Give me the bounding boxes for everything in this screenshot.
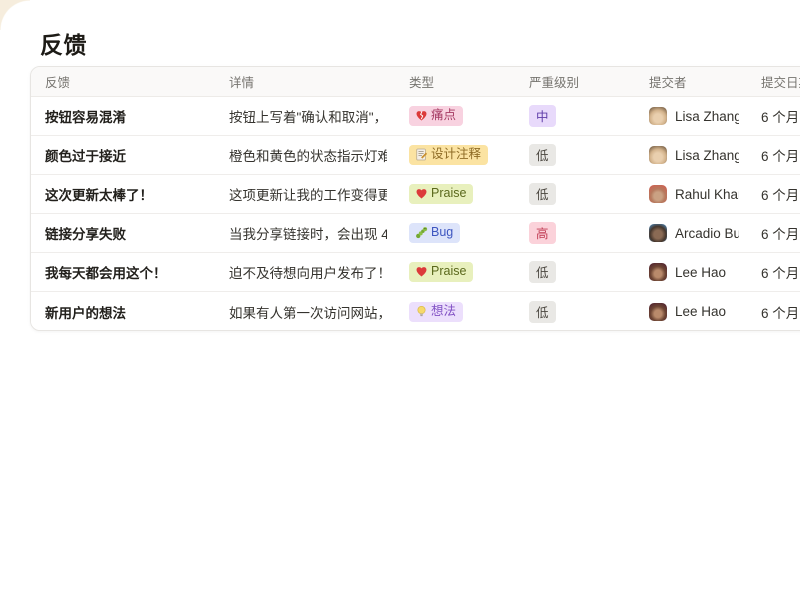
severity-badge[interactable]: 中 [529, 105, 556, 127]
table-row[interactable]: 我每天都会用这个！ 迫不及待想向用户发布了！ Praise 低 Lee Hao … [31, 253, 800, 292]
submit-date: 6 个月前 [761, 184, 800, 204]
column-header-details[interactable]: 详情 [215, 72, 395, 91]
avatar [649, 263, 667, 281]
type-label: 想法 [431, 303, 456, 320]
severity-badge[interactable]: 低 [529, 144, 556, 166]
submitter-name: Lisa Zhang [675, 148, 739, 163]
red-heart-icon [415, 187, 428, 200]
submitter-name: Lee Hao [675, 304, 726, 319]
feedback-details: 橙色和黄色的状态指示灯难... [229, 145, 387, 165]
feedback-title[interactable]: 颜色过于接近 [45, 145, 126, 165]
feedback-details: 当我分享链接时，会出现 40... [229, 223, 387, 243]
feedback-page: 反馈 反馈 详情 类型 严重级别 提交者 提交日期 按钮容易混淆 按钮上写着"确… [0, 0, 800, 600]
feedback-title[interactable]: 按钮容易混淆 [45, 106, 126, 126]
table-row[interactable]: 链接分享失败 当我分享链接时，会出现 40... Bug 高 Arcadio B… [31, 214, 800, 253]
feedback-details: 这项更新让我的工作变得更... [229, 184, 387, 204]
page-title: 反馈 [40, 26, 87, 60]
type-label: 痛点 [431, 107, 456, 124]
feedback-details: 按钮上写着"确认和取消"，... [229, 106, 387, 126]
severity-badge[interactable]: 低 [529, 261, 556, 283]
avatar [649, 146, 667, 164]
table-row[interactable]: 这次更新太棒了！ 这项更新让我的工作变得更... Praise 低 Rahul … [31, 175, 800, 214]
type-badge[interactable]: Praise [409, 184, 473, 204]
feedback-table: 反馈 详情 类型 严重级别 提交者 提交日期 按钮容易混淆 按钮上写着"确认和取… [30, 66, 800, 331]
feedback-details: 如果有人第一次访问网站，... [229, 302, 387, 322]
memo-icon [415, 148, 428, 161]
avatar [649, 224, 667, 242]
type-badge[interactable]: 痛点 [409, 106, 463, 126]
submit-date: 6 个月前 [761, 223, 800, 243]
type-label: Praise [431, 185, 466, 202]
submit-date: 6 个月前 [761, 106, 800, 126]
table-row[interactable]: 新用户的想法 如果有人第一次访问网站，... 想法 低 Lee Hao 6 个月… [31, 292, 800, 331]
severity-badge[interactable]: 高 [529, 222, 556, 244]
submit-date: 6 个月前 [761, 302, 800, 322]
submitter-name: Lee Hao [675, 265, 726, 280]
type-label: Bug [431, 224, 453, 241]
broken-heart-icon [415, 109, 428, 122]
submitter-name: Rahul Khanna [675, 187, 739, 202]
avatar [649, 303, 667, 321]
avatar [649, 107, 667, 125]
red-heart-icon [415, 265, 428, 278]
table-row[interactable]: 颜色过于接近 橙色和黄色的状态指示灯难... 设计注释 低 Lisa Zhang… [31, 136, 800, 175]
feedback-details: 迫不及待想向用户发布了！ [229, 262, 387, 282]
type-label: 设计注释 [431, 146, 481, 163]
submit-date: 6 个月前 [761, 145, 800, 165]
column-header-date[interactable]: 提交日期 [747, 72, 800, 91]
table-header-row: 反馈 详情 类型 严重级别 提交者 提交日期 [31, 67, 800, 97]
column-header-type[interactable]: 类型 [395, 72, 515, 91]
submitter-name: Arcadio Buen... [675, 226, 739, 241]
severity-badge[interactable]: 低 [529, 301, 556, 323]
column-header-severity[interactable]: 严重级别 [515, 72, 635, 91]
feedback-title[interactable]: 我每天都会用这个！ [45, 262, 167, 282]
severity-badge[interactable]: 低 [529, 183, 556, 205]
light-bulb-icon [415, 305, 428, 318]
column-header-submitter[interactable]: 提交者 [635, 72, 747, 91]
type-badge[interactable]: Praise [409, 262, 473, 282]
avatar [649, 185, 667, 203]
type-badge[interactable]: 想法 [409, 302, 463, 322]
feedback-title[interactable]: 链接分享失败 [45, 223, 126, 243]
corner-decoration [0, 0, 30, 30]
bug-icon [415, 226, 428, 239]
feedback-title[interactable]: 新用户的想法 [45, 302, 126, 322]
type-badge[interactable]: Bug [409, 223, 460, 243]
table-row[interactable]: 按钮容易混淆 按钮上写着"确认和取消"，... 痛点 中 Lisa Zhang … [31, 97, 800, 136]
type-label: Praise [431, 263, 466, 280]
type-badge[interactable]: 设计注释 [409, 145, 488, 165]
feedback-title[interactable]: 这次更新太棒了！ [45, 184, 153, 204]
column-header-feedback[interactable]: 反馈 [31, 72, 215, 91]
submitter-name: Lisa Zhang [675, 109, 739, 124]
submit-date: 6 个月前 [761, 262, 800, 282]
